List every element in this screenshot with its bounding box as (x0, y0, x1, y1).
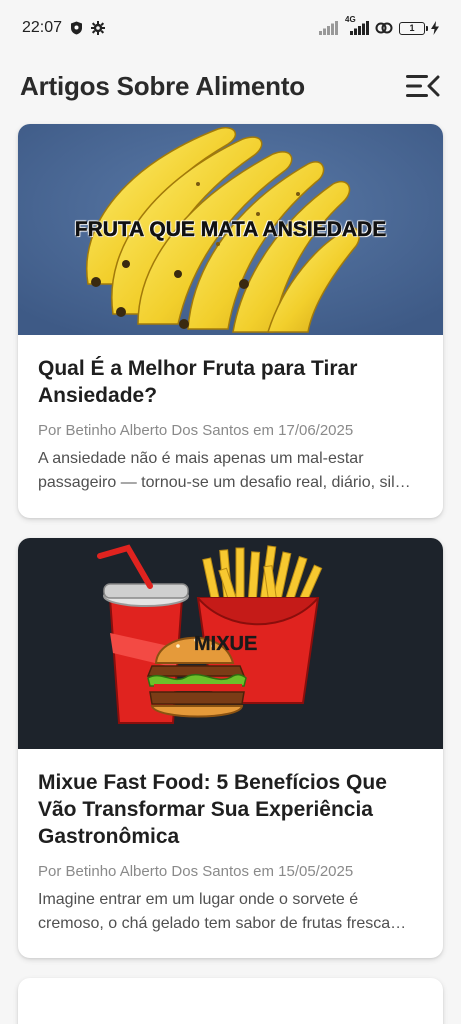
shield-icon (70, 21, 83, 35)
status-time: 22:07 (22, 19, 63, 36)
article-image-fast-food: MIXUE (18, 538, 443, 749)
app-header: Artigos Sobre Alimento (0, 56, 461, 116)
page-title: Artigos Sobre Alimento (20, 70, 305, 101)
menu-collapse-icon (406, 75, 440, 97)
article-excerpt: A ansiedade não é mais apenas um mal-est… (38, 450, 411, 491)
image-caption: MIXUE (194, 633, 258, 655)
article-excerpt: Imagine entrar em um lugar onde o sorvet… (38, 891, 407, 932)
article-title[interactable]: Mixue Fast Food: 5 Benefícios Que Vão Tr… (38, 769, 423, 850)
article-meta: Por Betinho Alberto Dos Santos em 15/05/… (38, 863, 354, 880)
status-bar: 22:07 4G 1 (0, 0, 461, 56)
signal-icon (319, 21, 339, 35)
article-title[interactable]: Qual É a Melhor Fruta para Tirar Ansieda… (38, 355, 423, 409)
article-card[interactable]: MIXUE Mixue Fast Food: 5 Benefícios Que … (18, 538, 443, 958)
battery-icon: 1 (399, 21, 428, 35)
article-meta: Por Betinho Alberto Dos Santos em 17/06/… (38, 422, 354, 439)
article-card[interactable] (18, 978, 443, 1024)
article-image-bananas: FRUTA QUE MATA ANSIEDADE (18, 124, 443, 335)
article-card[interactable]: FRUTA QUE MATA ANSIEDADE Qual É a Melhor… (18, 124, 443, 518)
gear-icon (91, 21, 106, 35)
network-type-label: 4G (345, 15, 356, 24)
link-icon (375, 21, 393, 35)
mobile-data-icon: 4G (345, 15, 369, 35)
image-caption: FRUTA QUE MATA ANSIEDADE (74, 218, 387, 242)
charging-icon (431, 21, 439, 35)
menu-button[interactable] (405, 68, 441, 104)
